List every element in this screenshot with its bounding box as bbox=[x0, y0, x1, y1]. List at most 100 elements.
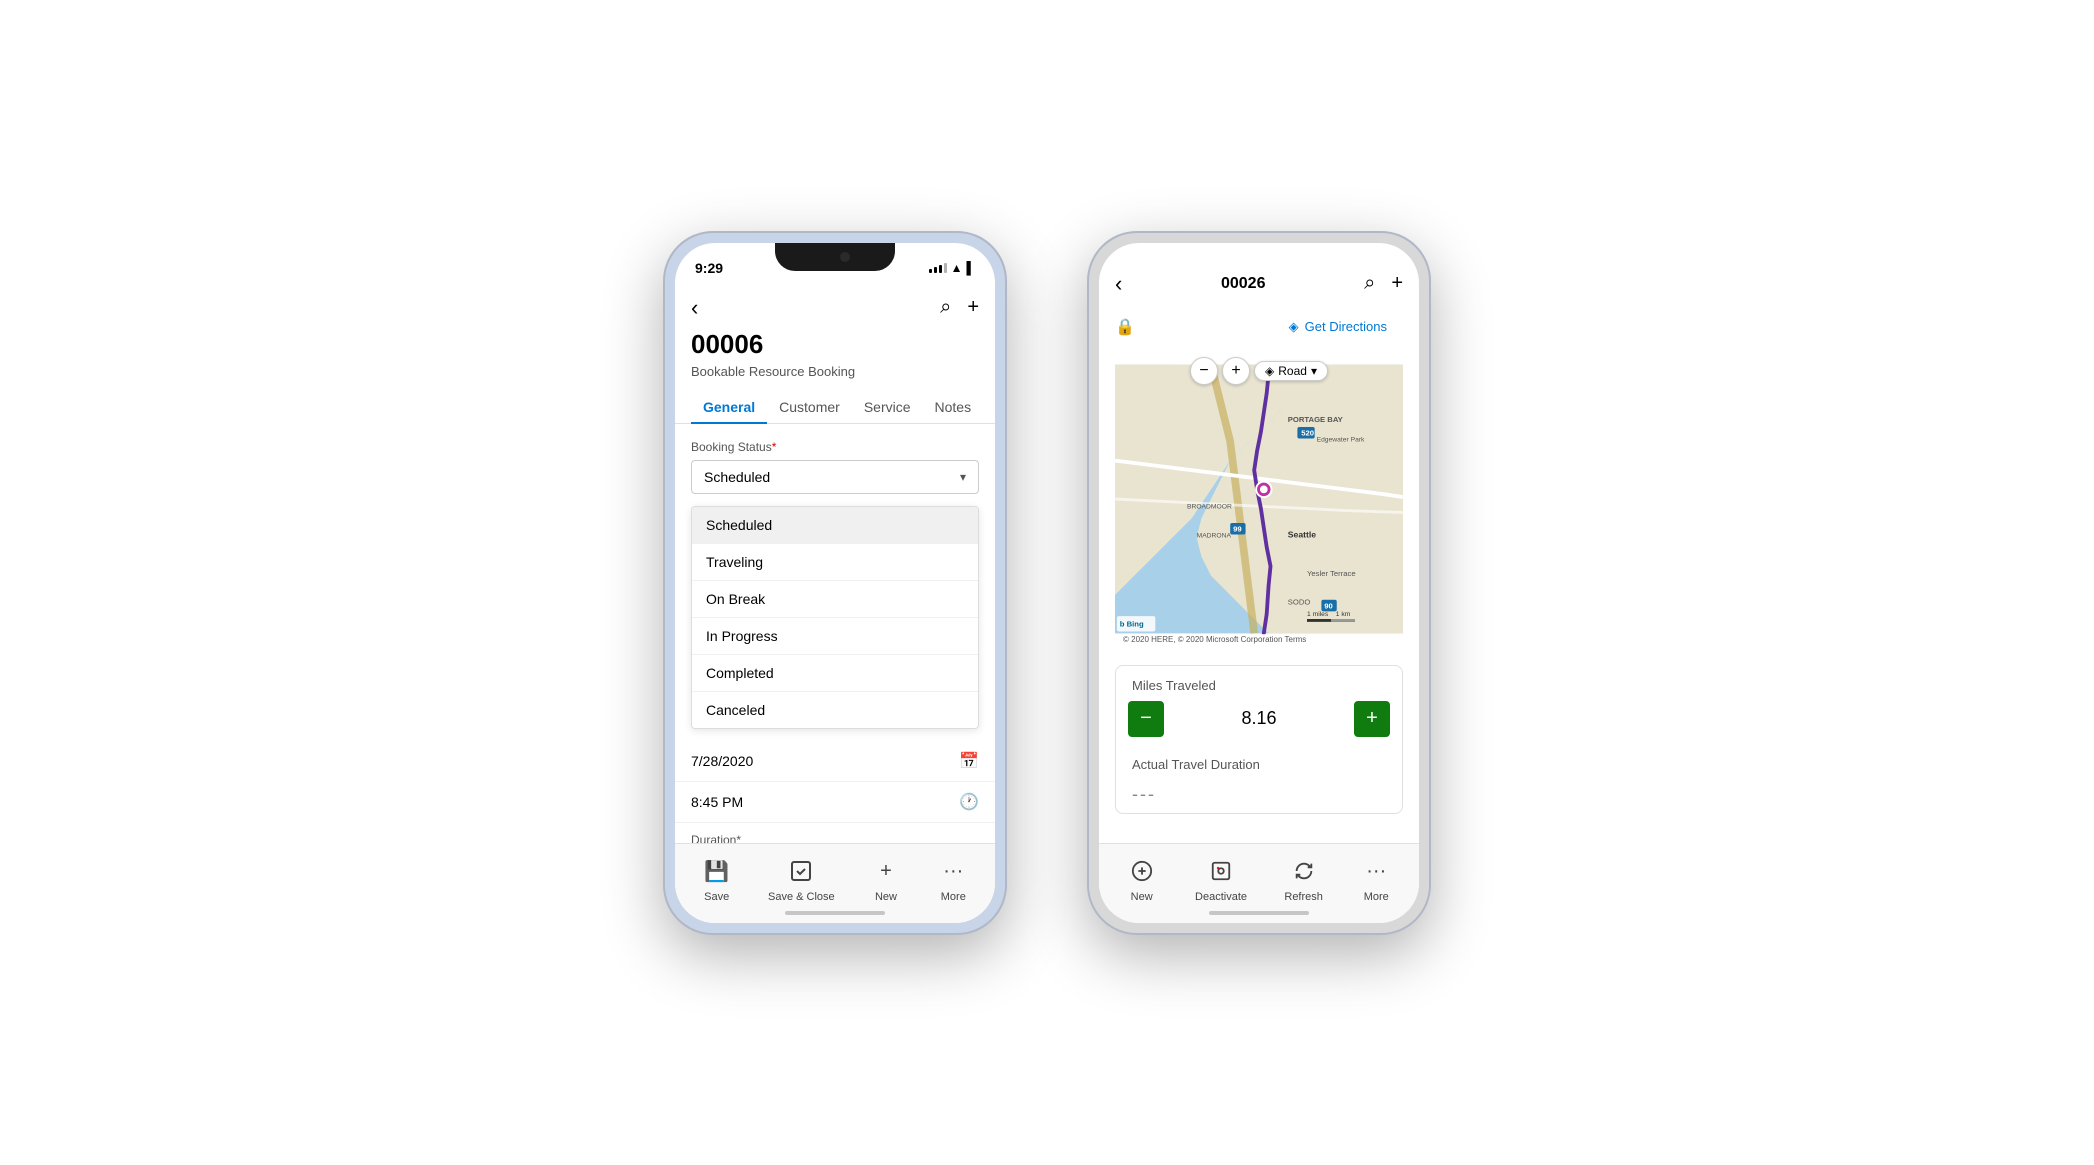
miles-stepper-row: − 8.16 + bbox=[1116, 701, 1402, 749]
miles-plus-button[interactable]: + bbox=[1354, 701, 1390, 737]
deactivate-label: Deactivate bbox=[1195, 891, 1247, 903]
option-scheduled[interactable]: Scheduled bbox=[692, 507, 978, 544]
map-svg: b Bing 1 miles 1 km PORTAGE BAY Edgewate… bbox=[1115, 349, 1403, 649]
time-value: 8:45 PM bbox=[691, 794, 743, 810]
new-label-left: New bbox=[875, 891, 897, 903]
option-on-break[interactable]: On Break bbox=[692, 581, 978, 618]
add-icon-left[interactable]: + bbox=[967, 296, 979, 319]
phone-right: ‹ 00026 ⌕ + 🔒 ◈ Get Directions bbox=[1087, 231, 1431, 935]
miles-value: 8.16 bbox=[1172, 708, 1346, 729]
phone-right-screen: ‹ 00026 ⌕ + 🔒 ◈ Get Directions bbox=[1099, 243, 1419, 923]
map-attribution: © 2020 HERE, © 2020 Microsoft Corporatio… bbox=[1119, 634, 1310, 645]
battery-icon: ▌ bbox=[966, 261, 975, 275]
lock-directions-row: 🔒 ◈ Get Directions bbox=[1099, 305, 1419, 349]
svg-text:99: 99 bbox=[1233, 524, 1242, 533]
signal-icon bbox=[929, 263, 947, 273]
phone-left: 9:29 ▲ ▌ ‹ ⌕ + bbox=[663, 231, 1007, 935]
map-type-icon: ◈ bbox=[1265, 364, 1274, 378]
booking-status-required: * bbox=[772, 440, 777, 454]
miles-traveled-section: Miles Traveled − 8.16 + Actual Travel Du… bbox=[1115, 665, 1403, 814]
save-icon: 💾 bbox=[701, 855, 733, 887]
dropdown-selected-value: Scheduled bbox=[704, 469, 770, 485]
phone-left-screen: 9:29 ▲ ▌ ‹ ⌕ + bbox=[675, 243, 995, 923]
page-subtitle-left: Bookable Resource Booking bbox=[675, 364, 995, 379]
wifi-icon: ▲ bbox=[951, 261, 963, 275]
option-in-progress[interactable]: In Progress bbox=[692, 618, 978, 655]
search-icon-right[interactable]: ⌕ bbox=[1364, 272, 1375, 295]
signal-bar-3 bbox=[939, 265, 942, 273]
tab-general[interactable]: General bbox=[691, 391, 767, 423]
time-field[interactable]: 8:45 PM 🕐 bbox=[675, 782, 995, 823]
new-icon-left: + bbox=[870, 855, 902, 887]
booking-status-label: Booking Status* bbox=[675, 440, 995, 454]
new-button-left[interactable]: + New bbox=[862, 851, 910, 907]
more-label-left: More bbox=[941, 891, 966, 903]
option-traveling[interactable]: Traveling bbox=[692, 544, 978, 581]
more-button-left[interactable]: ··· More bbox=[929, 851, 977, 907]
get-directions-label: Get Directions bbox=[1305, 319, 1387, 334]
search-icon-left[interactable]: ⌕ bbox=[940, 296, 951, 319]
svg-text:b Bing: b Bing bbox=[1120, 619, 1144, 628]
miles-traveled-label: Miles Traveled bbox=[1116, 666, 1402, 701]
new-label-right: New bbox=[1131, 891, 1153, 903]
clock-icon: 🕐 bbox=[959, 792, 979, 812]
refresh-button[interactable]: Refresh bbox=[1276, 851, 1331, 907]
deactivate-button[interactable]: Deactivate bbox=[1187, 851, 1255, 907]
back-button-right[interactable]: ‹ bbox=[1115, 271, 1122, 297]
camera-left bbox=[840, 252, 850, 262]
option-canceled[interactable]: Canceled bbox=[692, 692, 978, 728]
more-label-right: More bbox=[1364, 891, 1389, 903]
more-icon-right: ··· bbox=[1360, 855, 1392, 887]
booking-status-menu: Scheduled Traveling On Break In Progress… bbox=[691, 506, 979, 729]
deactivate-icon bbox=[1205, 855, 1237, 887]
back-button-left[interactable]: ‹ bbox=[691, 295, 698, 321]
svg-text:Seattle: Seattle bbox=[1288, 529, 1316, 539]
zoom-in-button[interactable]: + bbox=[1222, 357, 1250, 385]
tab-service[interactable]: Service bbox=[852, 391, 923, 423]
svg-text:PORTAGE BAY: PORTAGE BAY bbox=[1288, 415, 1343, 424]
add-icon-right[interactable]: + bbox=[1391, 272, 1403, 295]
nav-actions-left: ⌕ + bbox=[940, 296, 979, 319]
booking-status-dropdown[interactable]: Scheduled ▾ bbox=[691, 460, 979, 494]
refresh-label: Refresh bbox=[1284, 891, 1323, 903]
tab-notes[interactable]: Notes bbox=[923, 391, 984, 423]
save-close-button[interactable]: Save & Close bbox=[760, 851, 843, 907]
tab-customer[interactable]: Customer bbox=[767, 391, 852, 423]
actual-travel-label: Actual Travel Duration bbox=[1116, 749, 1402, 780]
map-container: b Bing 1 miles 1 km PORTAGE BAY Edgewate… bbox=[1115, 349, 1403, 649]
directions-icon: ◈ bbox=[1289, 319, 1299, 335]
save-button[interactable]: 💾 Save bbox=[693, 851, 741, 907]
dropdown-arrow-icon: ▾ bbox=[960, 470, 966, 484]
page-title-right: 00026 bbox=[1221, 275, 1266, 293]
phones-container: 9:29 ▲ ▌ ‹ ⌕ + bbox=[663, 231, 1431, 935]
page-title-left: 00006 bbox=[675, 329, 995, 360]
svg-text:Yesler Terrace: Yesler Terrace bbox=[1307, 568, 1356, 577]
home-indicator-left bbox=[785, 911, 885, 915]
map-type-label: Road bbox=[1278, 364, 1307, 378]
date-field[interactable]: 7/28/2020 📅 bbox=[675, 741, 995, 782]
zoom-out-button[interactable]: − bbox=[1190, 357, 1218, 385]
nav-bar-right: ‹ 00026 ⌕ + bbox=[1099, 263, 1419, 305]
option-completed[interactable]: Completed bbox=[692, 655, 978, 692]
more-icon-left: ··· bbox=[937, 855, 969, 887]
svg-text:1 km: 1 km bbox=[1336, 611, 1351, 618]
save-close-label: Save & Close bbox=[768, 891, 835, 903]
nav-bar-left: ‹ ⌕ + bbox=[675, 287, 995, 329]
refresh-icon bbox=[1288, 855, 1320, 887]
svg-text:Edgewater Park: Edgewater Park bbox=[1317, 436, 1365, 443]
status-bar-right-spacer bbox=[1099, 243, 1419, 263]
minus-icon: − bbox=[1140, 707, 1152, 730]
map-type-button[interactable]: ◈ Road ▾ bbox=[1254, 361, 1328, 381]
notch-left bbox=[775, 243, 895, 271]
nav-actions-right: ⌕ + bbox=[1364, 272, 1403, 295]
svg-text:90: 90 bbox=[1324, 601, 1333, 610]
svg-text:SODO: SODO bbox=[1288, 597, 1311, 606]
status-time-left: 9:29 bbox=[695, 260, 723, 276]
get-directions-button[interactable]: ◈ Get Directions bbox=[1273, 311, 1403, 343]
signal-bar-2 bbox=[934, 267, 937, 273]
plus-icon: + bbox=[1366, 707, 1378, 730]
more-button-right[interactable]: ··· More bbox=[1352, 851, 1400, 907]
new-button-right[interactable]: New bbox=[1118, 851, 1166, 907]
dots-indicator: --- bbox=[1116, 780, 1402, 813]
miles-minus-button[interactable]: − bbox=[1128, 701, 1164, 737]
